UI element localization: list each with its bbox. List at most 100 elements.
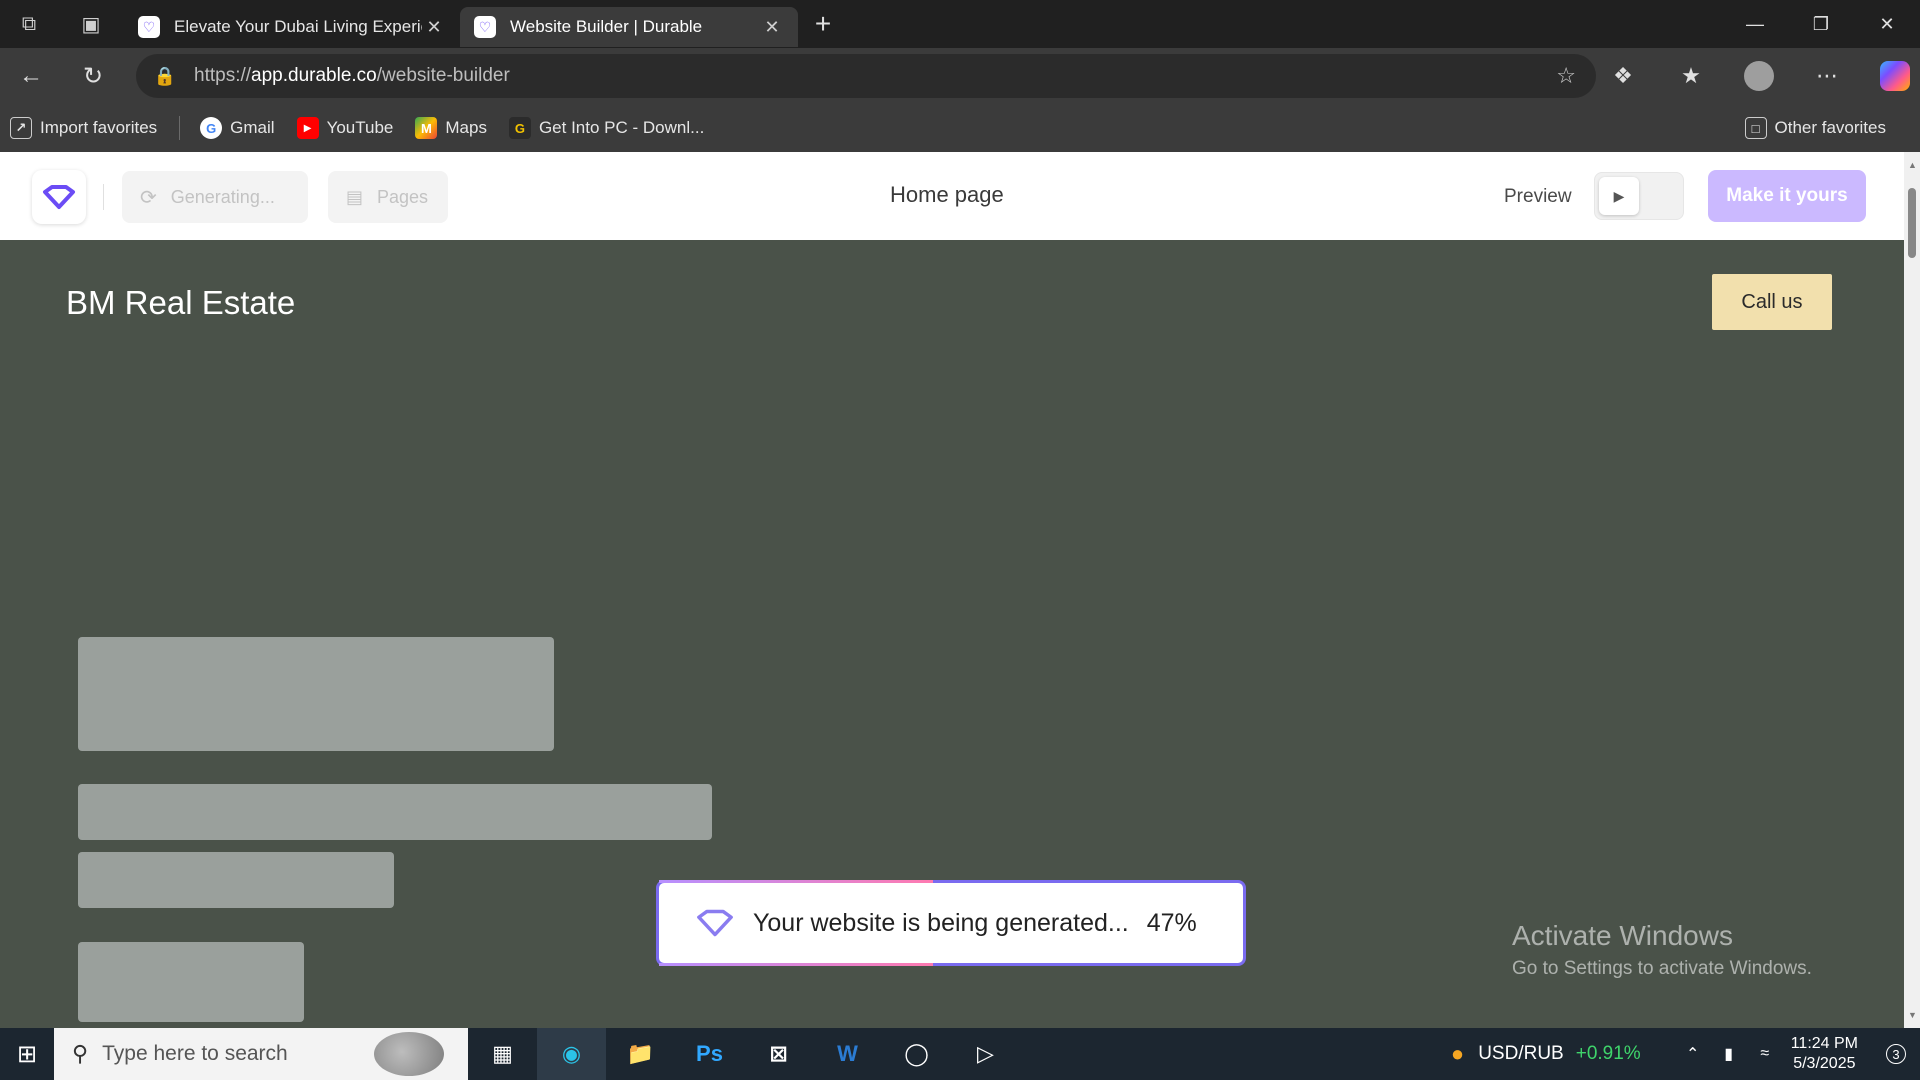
ticker-change: +0.91% xyxy=(1575,1043,1641,1064)
youtube-icon: ▶ xyxy=(296,117,319,139)
folder-icon: □ xyxy=(1744,117,1767,139)
scrollbar-thumb[interactable] xyxy=(1908,188,1916,258)
spinner-icon: ⟳ xyxy=(140,186,157,209)
notification-center-icon[interactable]: 3 xyxy=(1872,1028,1920,1080)
ticker-label: USD/RUB xyxy=(1478,1043,1564,1064)
progress-bar-bottom xyxy=(659,963,934,966)
capcut-icon[interactable]: ⊠ xyxy=(744,1028,813,1080)
windows-start-icon[interactable]: ⊞ xyxy=(0,1028,54,1080)
edge-icon[interactable]: ◉ xyxy=(537,1028,606,1080)
generation-progress-toast: Your website is being generated... 47% xyxy=(656,880,1246,966)
browser-titlebar: ⧉ ▣ ♡ Elevate Your Dubai Living Experie … xyxy=(0,0,1920,48)
notification-count: 3 xyxy=(1886,1044,1906,1064)
back-icon[interactable]: ← xyxy=(0,48,62,104)
chevron-up-icon[interactable]: ⌃ xyxy=(1675,1044,1711,1064)
toast-message: Your website is being generated... xyxy=(753,908,1129,937)
close-window-icon[interactable]: ✕ xyxy=(1854,0,1920,48)
watermark-title: Activate Windows xyxy=(1512,920,1733,951)
photoshop-icon[interactable]: Ps xyxy=(675,1028,744,1080)
bookmarks-bar: ↗ Import favorites G Gmail ▶ YouTube M M… xyxy=(0,104,1920,152)
profile-avatar-icon[interactable] xyxy=(1744,61,1774,91)
scroll-down-icon[interactable]: ▼ xyxy=(1908,1010,1917,1020)
minimize-icon[interactable]: — xyxy=(1722,0,1788,48)
durable-logo-button[interactable] xyxy=(32,170,86,224)
system-tray: ● USD/RUB +0.91% ⌃ ▮ ≈ 11:24 PM 5/3/2025… xyxy=(1451,1028,1920,1080)
google-icon: G xyxy=(200,117,223,139)
tab-dubai-living[interactable]: ♡ Elevate Your Dubai Living Experie ✕ xyxy=(124,7,460,47)
media-player-icon[interactable]: ▷ xyxy=(951,1028,1020,1080)
play-icon: ▶ xyxy=(1599,177,1639,215)
toast-percent: 47% xyxy=(1146,908,1197,937)
skeleton-line xyxy=(78,852,394,908)
file-explorer-icon[interactable]: 📁 xyxy=(606,1028,675,1080)
windows-taskbar: ⊞ ⚲ Type here to search ▦ ◉ 📁 Ps ⊠ W ◯ ▷… xyxy=(0,1028,1920,1080)
close-icon[interactable]: ✕ xyxy=(760,17,784,38)
bookmark-getintopc[interactable]: G Get Into PC - Downl... xyxy=(508,117,705,139)
skeleton-button xyxy=(78,942,304,1022)
clock-date: 5/3/2025 xyxy=(1793,1055,1856,1072)
site-title: BM Real Estate xyxy=(66,284,296,321)
workspaces-icon[interactable]: ⧉ xyxy=(0,0,58,48)
getintopc-icon: G xyxy=(508,117,531,139)
task-view-icon[interactable]: ▦ xyxy=(468,1028,537,1080)
make-it-yours-button[interactable]: Make it yours xyxy=(1708,170,1866,222)
durable-favicon-icon: ♡ xyxy=(474,16,496,38)
bookmark-gmail[interactable]: G Gmail xyxy=(200,117,275,139)
battery-icon[interactable]: ▮ xyxy=(1711,1044,1747,1064)
favorites-icon[interactable]: ★ xyxy=(1657,48,1725,104)
maps-icon: M xyxy=(415,117,438,139)
bookmark-youtube[interactable]: ▶ YouTube xyxy=(296,117,394,139)
currency-ticker[interactable]: ● USD/RUB +0.91% xyxy=(1451,1041,1641,1067)
vertical-tabs-icon[interactable]: ▣ xyxy=(58,0,124,48)
bookmark-label: Gmail xyxy=(230,118,275,137)
bookmark-maps[interactable]: M Maps xyxy=(415,117,487,139)
import-icon: ↗ xyxy=(10,117,32,139)
skeleton-heading xyxy=(78,637,554,751)
call-us-button[interactable]: Call us xyxy=(1712,274,1832,330)
obs-icon[interactable]: ◯ xyxy=(882,1028,951,1080)
durable-logo-icon xyxy=(697,909,733,937)
bookmark-label: Maps xyxy=(445,118,487,137)
bookmark-label: Get Into PC - Downl... xyxy=(538,118,705,137)
pages-label: Pages xyxy=(377,186,429,207)
other-favorites[interactable]: □ Other favorites xyxy=(1744,104,1886,152)
scroll-up-icon[interactable]: ▲ xyxy=(1908,160,1917,170)
taskbar-clock[interactable]: 11:24 PM 5/3/2025 xyxy=(1791,1034,1858,1074)
favorite-star-icon[interactable]: ☆ xyxy=(1556,63,1576,89)
activate-windows-watermark: Activate Windows Go to Settings to activ… xyxy=(1512,920,1812,980)
taskbar-search[interactable]: ⚲ Type here to search xyxy=(54,1028,468,1080)
generating-button[interactable]: ⟳ Generating... xyxy=(122,171,308,223)
bookmark-label: Import favorites xyxy=(40,118,158,137)
search-icon: ⚲ xyxy=(72,1041,89,1066)
wifi-icon[interactable]: ≈ xyxy=(1747,1045,1783,1063)
durable-favicon-icon: ♡ xyxy=(138,16,160,38)
address-bar[interactable]: 🔒 https://app.durable.co/website-builder… xyxy=(136,54,1596,98)
search-placeholder: Type here to search xyxy=(102,1042,288,1065)
word-icon[interactable]: W xyxy=(813,1028,882,1080)
extensions-icon[interactable]: ❖ xyxy=(1589,48,1657,104)
copilot-icon[interactable] xyxy=(1880,61,1910,91)
close-icon[interactable]: ✕ xyxy=(422,17,446,38)
preview-label: Preview xyxy=(1504,186,1572,207)
durable-logo-icon xyxy=(43,185,75,209)
bookmark-label: YouTube xyxy=(326,118,394,137)
window-controls: — ❐ ✕ xyxy=(1722,0,1920,48)
page-scrollbar[interactable]: ▲ ▼ xyxy=(1904,152,1920,1028)
refresh-icon[interactable]: ↻ xyxy=(62,48,124,104)
preview-toggle[interactable]: ▶ xyxy=(1594,172,1684,220)
skeleton-line xyxy=(78,784,712,840)
lock-icon[interactable]: 🔒 xyxy=(136,66,194,87)
more-options-icon[interactable]: ⋯ xyxy=(1793,48,1861,104)
bookmark-import-favorites[interactable]: ↗ Import favorites xyxy=(10,117,157,139)
watermark-subtitle: Go to Settings to activate Windows. xyxy=(1512,958,1812,979)
new-tab-button[interactable]: + xyxy=(798,0,848,48)
page-title: Home page xyxy=(890,182,1004,207)
tab-website-builder[interactable]: ♡ Website Builder | Durable ✕ xyxy=(460,7,798,47)
browser-toolbar-icons: ❖ ★ ⋯ xyxy=(1589,48,1920,104)
pages-button[interactable]: ▤ Pages xyxy=(328,171,448,223)
tab-label: Website Builder | Durable xyxy=(510,17,703,36)
clock-time: 11:24 PM xyxy=(1790,1035,1858,1052)
restore-icon[interactable]: ❐ xyxy=(1788,0,1854,48)
address-bar-row: ← ↻ 🔒 https://app.durable.co/website-bui… xyxy=(0,48,1920,104)
tab-label: Elevate Your Dubai Living Experie xyxy=(174,17,422,36)
